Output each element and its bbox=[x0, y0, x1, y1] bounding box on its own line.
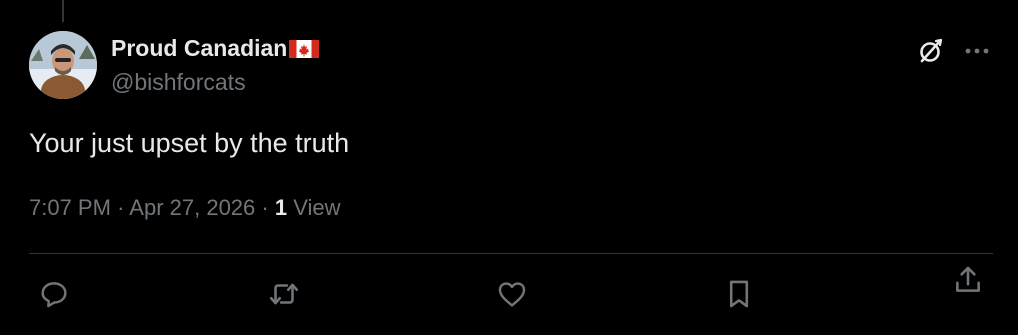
grok-icon bbox=[920, 38, 943, 63]
like-button[interactable] bbox=[490, 272, 534, 316]
repost-icon bbox=[269, 283, 299, 305]
thread-connector-line bbox=[62, 0, 64, 22]
author-display-name[interactable]: Proud Canadian bbox=[111, 34, 287, 62]
meta-separator: · bbox=[117, 195, 125, 220]
like-icon bbox=[498, 282, 526, 307]
bookmark-button[interactable] bbox=[717, 272, 761, 316]
share-icon bbox=[956, 266, 980, 292]
more-options-button[interactable] bbox=[960, 34, 994, 68]
divider bbox=[29, 253, 993, 254]
view-count: 1 bbox=[274, 195, 288, 220]
post-date[interactable]: Apr 27, 2026 bbox=[129, 195, 255, 220]
bookmark-icon bbox=[729, 280, 749, 308]
post-time[interactable]: 7:07 PM bbox=[29, 195, 111, 220]
author-handle[interactable]: @bishforcats bbox=[111, 68, 246, 96]
grok-button[interactable] bbox=[914, 34, 948, 68]
post-metadata: 7:07 PM · Apr 27, 2026 · 1 View bbox=[29, 193, 341, 223]
reply-icon bbox=[41, 282, 67, 308]
more-icon bbox=[965, 48, 989, 54]
canada-flag-icon bbox=[289, 38, 320, 58]
post-text: Your just upset by the truth bbox=[29, 128, 350, 158]
avatar[interactable] bbox=[29, 31, 97, 99]
share-button[interactable] bbox=[946, 258, 990, 302]
avatar-image bbox=[29, 31, 97, 99]
author-name-row[interactable]: Proud Canadian bbox=[111, 34, 320, 62]
repost-button[interactable] bbox=[262, 272, 306, 316]
reply-button[interactable] bbox=[32, 272, 76, 316]
meta-separator: · bbox=[261, 195, 269, 220]
view-label: View bbox=[293, 195, 341, 220]
